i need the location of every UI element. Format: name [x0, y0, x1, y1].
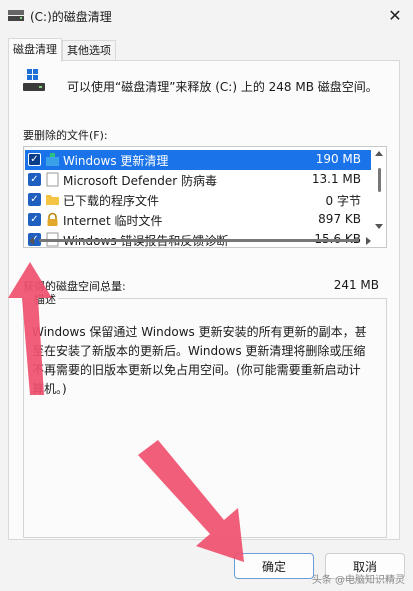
folder-icon	[46, 195, 59, 205]
file-name: 已下载的程序文件	[63, 194, 160, 208]
file-size: 190 MB	[315, 152, 361, 166]
tab-disk-cleanup[interactable]: 磁盘清理	[8, 38, 62, 62]
description-group: 描述 Windows 保留通过 Windows 更新安装的所有更新的副本，甚至在…	[23, 291, 387, 538]
files-rows: ✓ Windows 更新清理 190 MB ✓ Microsoft Defend…	[25, 150, 371, 250]
blank-file-icon	[46, 172, 59, 187]
scroll-left-arrow-icon[interactable]	[29, 237, 34, 245]
close-button[interactable]: ✕	[383, 3, 407, 27]
files-to-delete-label: 要删除的文件(F):	[23, 129, 108, 142]
files-list[interactable]: ✓ Windows 更新清理 190 MB ✓ Microsoft Defend…	[23, 146, 387, 248]
file-size: 897 KB	[318, 212, 361, 226]
list-item[interactable]: ✓ 已下载的程序文件 0 字节	[25, 190, 371, 210]
tab-more-options[interactable]: 其他选项	[62, 40, 116, 62]
window-title: (C:)的磁盘清理	[30, 10, 112, 24]
horizontal-scrollbar[interactable]	[25, 236, 373, 246]
scroll-down-arrow-icon[interactable]	[375, 224, 383, 229]
total-space-value: 241 MB	[333, 278, 379, 292]
description-legend: 描述	[32, 291, 58, 307]
lock-icon	[47, 212, 58, 226]
list-item[interactable]: ✓ Internet 临时文件 897 KB	[25, 210, 371, 230]
windows-update-icon	[46, 153, 59, 166]
checkbox[interactable]: ✓	[28, 153, 41, 166]
file-size: 0 字节	[325, 194, 361, 208]
scroll-right-arrow-icon[interactable]	[366, 237, 371, 245]
scroll-up-arrow-icon[interactable]	[375, 151, 383, 156]
tab-strip: 磁盘清理 其他选项	[8, 38, 116, 62]
checkbox[interactable]: ✓	[28, 173, 41, 186]
list-item[interactable]: ✓ Microsoft Defender 防病毒 13.1 MB	[25, 170, 371, 190]
disk-cleanup-panel: 可以使用“磁盘清理”来释放 (C:) 上的 248 MB 磁盘空间。 要删除的文…	[8, 60, 400, 540]
vertical-scrollbar[interactable]	[373, 148, 385, 234]
disk-cleanup-app-icon	[8, 10, 24, 21]
watermark: 头条 @电脑知识精灵	[311, 575, 405, 586]
file-name: Windows 更新清理	[63, 154, 169, 168]
disk-cleanup-window: (C:)的磁盘清理 ✕ 磁盘清理 其他选项 可以使用“磁盘清理”来释放 (C:)…	[0, 0, 413, 591]
file-name: Internet 临时文件	[63, 214, 163, 228]
space-summary: 可以使用“磁盘清理”来释放 (C:) 上的 248 MB 磁盘空间。	[67, 80, 378, 94]
title-bar: (C:)的磁盘清理 ✕	[0, 0, 413, 32]
file-size: 13.1 MB	[311, 172, 361, 186]
checkbox[interactable]: ✓	[28, 213, 41, 226]
checkbox[interactable]: ✓	[28, 193, 41, 206]
ok-button[interactable]: 确定	[234, 553, 314, 579]
scroll-thumb-horizontal[interactable]	[39, 239, 359, 242]
list-item[interactable]: ✓ Windows 更新清理 190 MB	[25, 150, 371, 170]
drive-icon	[23, 69, 45, 91]
description-text: Windows 保留通过 Windows 更新安装的所有更新的副本，甚至在安装了…	[32, 325, 367, 396]
file-name: Microsoft Defender 防病毒	[63, 174, 218, 188]
scroll-thumb[interactable]	[378, 168, 381, 192]
